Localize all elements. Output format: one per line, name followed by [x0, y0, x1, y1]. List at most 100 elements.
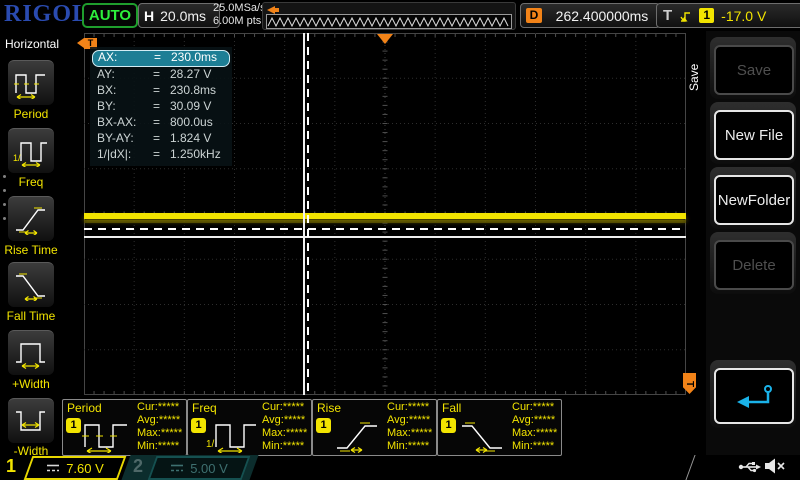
horizontal-label: H: [144, 8, 154, 24]
softkey-slot: New File: [710, 102, 796, 164]
delay-label: D: [526, 8, 542, 23]
graticule: T T AX: = 230.0ms AY: = 28.27 V BX: = 23…: [84, 33, 686, 395]
cursor-value: 28.27 V: [170, 67, 225, 83]
softkey-slot: NewFolder: [710, 167, 796, 229]
softkey-slot: [710, 360, 796, 428]
measurement-stats: Cur:***** Avg:***** Max:***** Min:*****: [387, 401, 432, 453]
ch2-scale: 5.00 V: [190, 461, 228, 476]
ch2-number: 2: [133, 456, 143, 477]
cursor-label: BY-AY:: [97, 131, 153, 147]
menu-button-period[interactable]: [8, 60, 54, 105]
channel-badge: 1: [441, 418, 456, 433]
oscilloscope-screen: RIGOL AUTO H 20.0ms 25.0MSa/s 6.00M pts …: [0, 0, 800, 480]
cursor-by-line[interactable]: [84, 228, 686, 230]
preview-waveform: [267, 15, 511, 28]
cursor-row-ay: AY: = 28.27 V: [92, 67, 230, 83]
new-folder-button[interactable]: NewFolder: [714, 175, 794, 225]
measurement-panel-fall: Fall 1 Cur:***** Avg:***** Max:***** Min…: [437, 399, 562, 456]
ch1-status-pill[interactable]: 7.60 V: [24, 456, 127, 480]
menu-button-pos-width[interactable]: [8, 330, 54, 375]
cursor-label: AX:: [98, 51, 154, 66]
cursor-ay-line[interactable]: [84, 236, 686, 238]
cursor-value: 800.0us: [170, 115, 225, 131]
pos-width-icon: [13, 337, 49, 369]
rise-icon: [331, 417, 383, 453]
ch2-status-pill[interactable]: 5.00 V: [148, 456, 251, 480]
cursor-readout-box: AX: = 230.0ms AY: = 28.27 V BX: = 230.8m…: [90, 47, 232, 166]
menu-label-period: Period: [0, 107, 62, 121]
preview-window: [266, 14, 512, 29]
menu-button-freq[interactable]: 1/: [8, 128, 54, 173]
ch1-trace-noise: [84, 220, 686, 223]
speaker-muted-icon: [764, 457, 786, 475]
delay-value: 262.400000ms: [550, 8, 654, 24]
menu-scroll-dot: [3, 175, 6, 178]
cursor-row-bx: BX: = 230.8ms: [92, 83, 230, 99]
ch1-scale: 7.60 V: [66, 461, 104, 476]
usb-icon: [738, 459, 762, 475]
fall-icon: [456, 417, 508, 453]
cursor-ax-line[interactable]: [303, 33, 305, 395]
equals-sign: =: [153, 99, 170, 115]
trigger-label: T: [663, 7, 672, 24]
cursor-value: 30.09 V: [170, 99, 225, 115]
period-icon: [13, 67, 49, 99]
cursor-row-inv-dx: 1/|dX|: = 1.250kHz: [92, 147, 230, 163]
cursor-label: BY:: [97, 99, 153, 115]
menu-label-pos-width: +Width: [0, 377, 62, 391]
measurement-panel-rise: Rise 1 Cur:***** Avg:***** Max:***** Min…: [312, 399, 437, 456]
menu-label-freq: Freq: [0, 175, 62, 189]
cursor-value: 230.8ms: [170, 83, 225, 99]
measurement-name: Rise: [317, 401, 341, 415]
cursor-label: AY:: [97, 67, 153, 83]
measurement-panel-freq: Freq 1 1/ Cur:***** Avg:***** Max:***** …: [187, 399, 312, 456]
cursor-value: 230.0ms: [171, 51, 224, 66]
rising-edge-icon: [679, 8, 692, 24]
bottom-bar-divider: [685, 455, 695, 480]
channel-badge: 1: [316, 418, 331, 433]
menu-scroll-dot: [3, 189, 6, 192]
menu-scroll-dot: [3, 203, 6, 206]
cursor-label: BX-AX:: [97, 115, 153, 131]
period-icon: [81, 417, 133, 453]
trigger-level-value: -17.0 V: [721, 8, 766, 24]
fall-time-icon: [13, 269, 49, 301]
cursor-label: 1/|dX|:: [97, 147, 153, 163]
trigger-position-marker[interactable]: [377, 34, 393, 44]
waveform-preview-bar: [262, 2, 516, 30]
menu-button-fall-time[interactable]: [8, 262, 54, 307]
measurement-stats: Cur:***** Avg:***** Max:***** Min:*****: [137, 401, 182, 453]
dc-coupling-icon: [170, 463, 184, 473]
measurement-name: Period: [67, 401, 102, 415]
cursor-label: BX:: [97, 83, 153, 99]
cursor-bx-line[interactable]: [307, 33, 309, 395]
measurement-name: Freq: [192, 401, 217, 415]
menu-label-fall-time: Fall Time: [0, 309, 62, 323]
equals-sign: =: [153, 67, 170, 83]
save-button[interactable]: Save: [714, 45, 794, 95]
menu-button-neg-width[interactable]: [8, 398, 54, 443]
equals-sign: =: [153, 131, 170, 147]
trigger-panel: T 1 -17.0 V: [656, 3, 800, 28]
timebase-value: 20.0ms: [160, 8, 206, 24]
menu-button-rise-time[interactable]: [8, 196, 54, 241]
softkey-slot: Save: [710, 37, 796, 99]
rigol-logo: RIGOL: [4, 1, 89, 28]
neg-width-icon: [13, 405, 49, 437]
rise-time-icon: [13, 203, 49, 235]
cursor-row-by: BY: = 30.09 V: [92, 99, 230, 115]
preview-position-icon: [267, 6, 275, 14]
left-menu-title: Horizontal: [0, 37, 64, 51]
cursor-value: 1.250kHz: [170, 147, 225, 163]
freq-icon: 1/: [13, 135, 49, 167]
svg-text:1/: 1/: [13, 153, 21, 163]
cursor-row-ax: AX: = 230.0ms: [92, 50, 230, 67]
channel-badge: 1: [66, 418, 81, 433]
return-button[interactable]: [714, 368, 794, 424]
softkey-slot: Delete: [710, 232, 796, 294]
ch1-trace[interactable]: [84, 213, 686, 219]
delete-button[interactable]: Delete: [714, 240, 794, 290]
equals-sign: =: [154, 51, 171, 66]
new-file-button[interactable]: New File: [714, 110, 794, 160]
cursor-value: 1.824 V: [170, 131, 225, 147]
